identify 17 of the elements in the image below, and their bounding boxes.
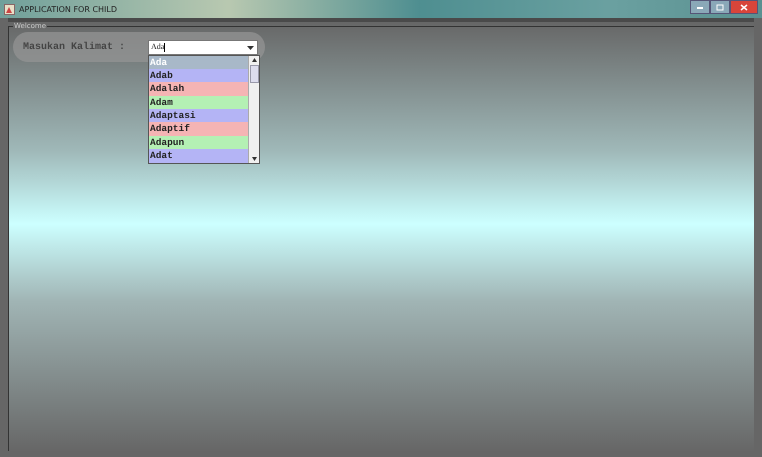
suggestion-item[interactable]: Adaptif (149, 122, 248, 136)
close-button[interactable] (730, 0, 758, 14)
app-icon (4, 4, 15, 14)
suggestion-item[interactable]: Adam (149, 96, 248, 110)
scroll-bar[interactable] (248, 56, 259, 163)
close-icon (740, 4, 748, 10)
maximize-button[interactable] (710, 0, 730, 14)
suggestion-item[interactable]: Adat (149, 149, 248, 163)
suggestion-item[interactable]: Adalah (149, 82, 248, 96)
suggestion-item[interactable]: Adapun (149, 136, 248, 150)
suggestion-item[interactable]: Adab (149, 68, 248, 82)
window-title: APPLICATION FOR CHILD (19, 4, 118, 14)
minimize-button[interactable] (690, 0, 710, 14)
suggestion-item[interactable]: Adaptasi (149, 109, 248, 122)
field-label: Masukan Kalimat : (23, 42, 126, 52)
minimize-icon (696, 4, 704, 10)
maximize-icon (716, 4, 724, 10)
